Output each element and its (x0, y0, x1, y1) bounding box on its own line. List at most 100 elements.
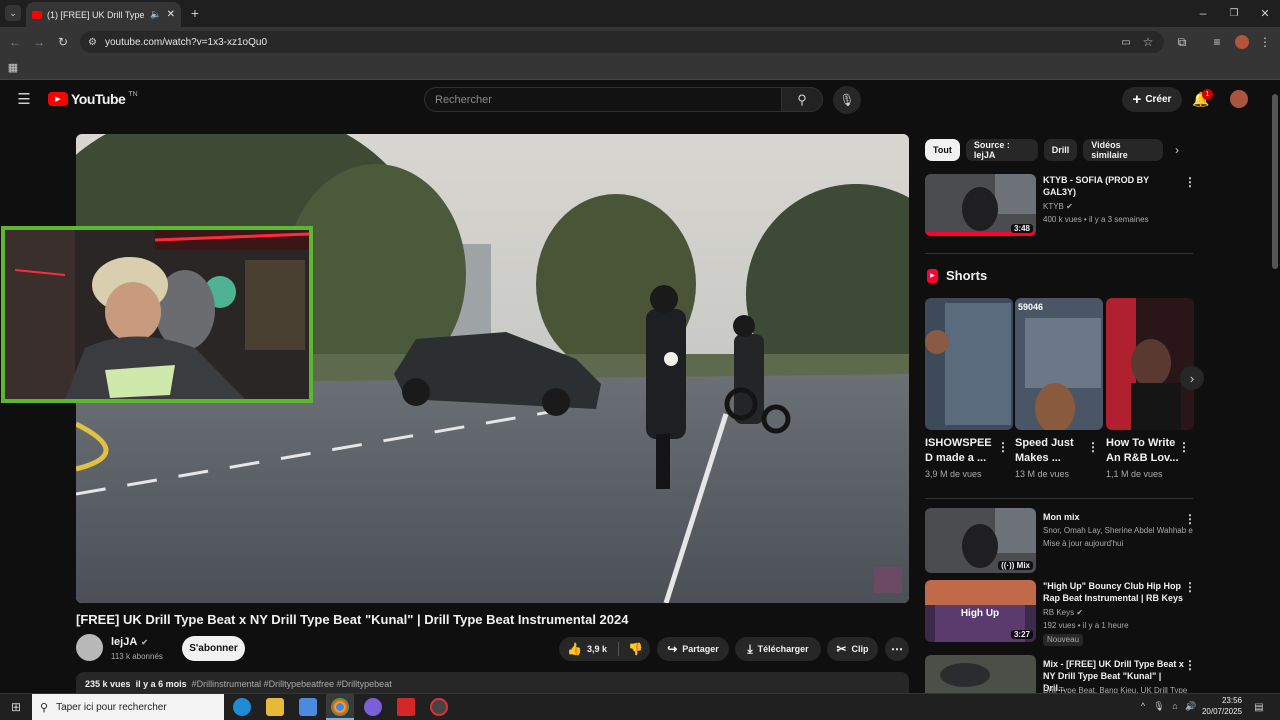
page-scrollbar[interactable] (1270, 80, 1280, 693)
store-icon[interactable] (299, 698, 317, 716)
subscribe-button[interactable]: S'abonner (182, 636, 245, 661)
rec-more-icon-mix[interactable]: ⋮ (1184, 512, 1196, 526)
audio-playing-icon[interactable]: 🔈 (150, 9, 161, 20)
discord-icon[interactable] (364, 698, 382, 716)
close-window-icon[interactable]: ✕ (1258, 6, 1272, 20)
voicemeeter-icon[interactable] (397, 698, 415, 716)
chip-source[interactable]: Source : lejJA (965, 139, 1038, 161)
logo-text: YouTube (71, 91, 126, 107)
new-tab-icon[interactable]: + (188, 5, 202, 21)
taskbar-clock[interactable]: 23:56 20/07/2025 (1200, 695, 1242, 717)
close-tab-icon[interactable]: ✕ (167, 9, 175, 20)
shorts-heading: Shorts (946, 268, 988, 283)
reading-list-icon[interactable]: ≡ (1210, 35, 1224, 49)
obs-icon[interactable] (430, 698, 448, 716)
rec-title-highup[interactable]: "High Up" Bouncy Club Hip Hop Rap Beat I… (1043, 580, 1185, 604)
short-more-icon-3[interactable]: ⋮ (1178, 440, 1190, 454)
rec-top-title[interactable]: KTYB - SOFIA (PROD BY GAL3Y) (1043, 174, 1178, 198)
hashtags[interactable]: #Drillinstrumental #Drilltypebeatfree #D… (192, 679, 392, 689)
scrollbar-thumb[interactable] (1272, 94, 1278, 269)
more-horizontal-icon: ⋯ (891, 642, 903, 656)
share-button[interactable]: ↪ Partager (657, 637, 729, 661)
more-actions-button[interactable]: ⋯ (885, 637, 909, 661)
scissors-icon: ✂ (836, 642, 847, 656)
cast-icon[interactable]: ▭ (1119, 35, 1133, 49)
create-label: Créer (1145, 94, 1172, 105)
volume-icon[interactable]: 🔊 (1185, 700, 1197, 712)
edge-icon[interactable] (233, 698, 251, 716)
duration-badge: 3:27 (1010, 630, 1033, 639)
rec-thumbnail-mix[interactable]: ((·)) Mix (925, 508, 1036, 573)
forward-icon[interactable]: → (32, 35, 46, 49)
browser-tab[interactable]: (1) [FREE] UK Drill Type Beat x 🔈 ✕ (26, 2, 181, 27)
restore-icon[interactable]: ❐ (1227, 6, 1241, 20)
notification-center-icon[interactable]: ▤ (1252, 700, 1266, 714)
tab-search-icon[interactable]: ⌄ (5, 5, 21, 21)
rec-top-channel-row: KTYB ✔ (1043, 201, 1073, 213)
like-count[interactable]: 3,9 k (587, 644, 607, 654)
network-icon[interactable]: ⌂ (1169, 700, 1181, 712)
chip-all[interactable]: Tout (925, 139, 960, 161)
profile-avatar[interactable] (1235, 35, 1249, 49)
clip-button[interactable]: ✂ Clip (827, 637, 878, 661)
minimize-icon[interactable]: – (1196, 6, 1210, 20)
account-avatar[interactable] (1230, 90, 1248, 108)
rec-channel-highup: RB Keys (1043, 608, 1075, 617)
reload-icon[interactable]: ↻ (56, 35, 70, 49)
voice-search-button[interactable]: 🎙 (833, 86, 861, 114)
hamburger-menu-icon[interactable]: ☰ (15, 90, 33, 108)
tab-title: (1) [FREE] UK Drill Type Beat x (47, 9, 145, 20)
file-explorer-icon[interactable] (266, 698, 284, 716)
short-title-3[interactable]: How To Write An R&B Lov... (1106, 436, 1179, 466)
channel-name[interactable]: lejJA (111, 636, 137, 648)
chrome-icon[interactable] (331, 698, 349, 716)
short-more-icon-1[interactable]: ⋮ (997, 440, 1009, 454)
back-icon[interactable]: ← (8, 35, 22, 49)
rec-artists-mix: Snor, Omah Lay, Sherine Abdel Wahhab e..… (1043, 526, 1193, 535)
rec-thumbnail-highup[interactable]: High Up 3:27 (925, 580, 1036, 642)
search-icon: ⚲ (40, 701, 49, 714)
taskbar-search-box[interactable]: ⚲ Taper ici pour rechercher (32, 694, 224, 720)
notification-badge: 1 (1202, 89, 1213, 100)
chrome-menu-icon[interactable]: ⋮ (1258, 35, 1272, 49)
rec-title-mix[interactable]: Mon mix (1043, 511, 1080, 523)
tray-mic-icon[interactable]: 🎙 (1153, 700, 1165, 712)
thumbs-up-icon[interactable]: 👍 (567, 642, 582, 656)
rec-top-thumbnail[interactable]: 3:48 (925, 174, 1036, 236)
chips-next-icon[interactable]: › (1170, 143, 1184, 157)
channel-avatar[interactable] (76, 634, 103, 661)
url-text: youtube.com/watch?v=1x3-xz1oQu0 (104, 36, 268, 48)
channel-watermark[interactable] (874, 567, 902, 593)
rec-artists-kunal: Drill Type Beat, Bang Kieu, UK Drill Typ… (1043, 686, 1188, 693)
create-button[interactable]: + Créer (1122, 87, 1182, 112)
thumbs-down-icon[interactable]: 👎 (628, 642, 643, 656)
divider (925, 253, 1193, 254)
url-bar[interactable]: ⚙ youtube.com/watch?v=1x3-xz1oQu0 (80, 31, 1164, 53)
rec-more-icon-kunal[interactable]: ⋮ (1184, 658, 1196, 672)
rec-more-icon-highup[interactable]: ⋮ (1184, 580, 1196, 594)
chip-related[interactable]: Vidéos similaire (1083, 139, 1163, 161)
search-button[interactable]: ⚲ (781, 87, 823, 112)
download-button[interactable]: ⤓ Télécharger (735, 637, 821, 661)
short-thumbnail-1[interactable] (925, 298, 1013, 430)
chip-drill[interactable]: Drill (1043, 139, 1078, 161)
short-views-3: 1,1 M de vues (1106, 469, 1163, 479)
rec-top-more-icon[interactable]: ⋮ (1184, 175, 1196, 189)
site-info-icon[interactable]: ⚙ (88, 37, 97, 48)
extensions-icon[interactable]: ⧉ (1175, 35, 1189, 49)
short-thumbnail-3[interactable] (1106, 298, 1194, 430)
tray-chevron-icon[interactable]: ^ (1137, 700, 1149, 712)
upload-age: il y a 6 mois (135, 679, 187, 689)
youtube-logo[interactable]: ▶ YouTube TN (48, 91, 138, 107)
rec-thumbnail-kunal-mix[interactable] (925, 655, 1036, 693)
short-thumbnail-2[interactable]: 59046 (1015, 298, 1103, 430)
channel-name-row[interactable]: lejJA ✔ (111, 636, 148, 648)
bookmark-star-icon[interactable]: ☆ (1141, 35, 1155, 49)
shorts-next-icon[interactable]: › (1180, 366, 1204, 390)
search-input[interactable]: Rechercher (424, 87, 782, 112)
webcam-image (5, 230, 309, 399)
apps-grid-icon[interactable]: ▦ (6, 60, 20, 74)
short-more-icon-2[interactable]: ⋮ (1087, 440, 1099, 454)
windows-start-icon[interactable]: ⊞ (8, 699, 24, 715)
bookmarks-bar (0, 56, 1280, 80)
